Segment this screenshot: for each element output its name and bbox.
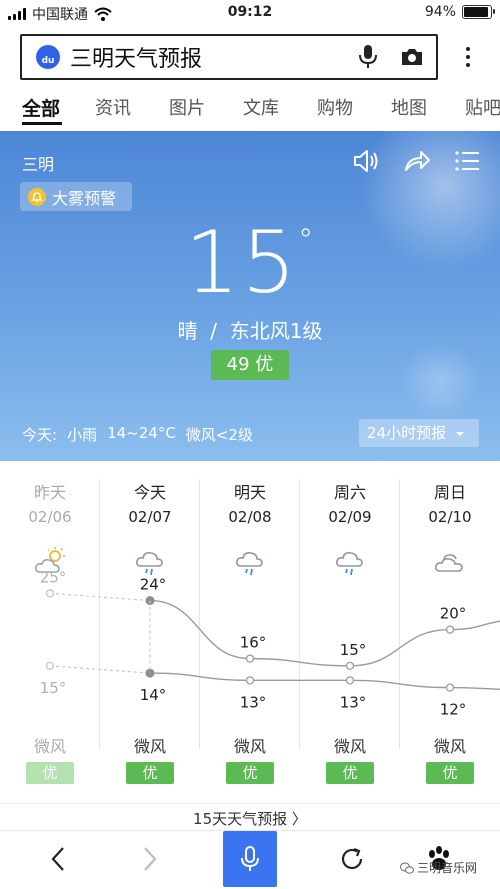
rain-icon <box>236 552 263 576</box>
current-temperature: 15° <box>184 213 316 313</box>
forecast-day-4[interactable]: 周日 02/10 微风 优 <box>400 461 500 791</box>
rain-icon <box>336 552 363 576</box>
back-icon[interactable] <box>38 839 78 879</box>
battery-icon <box>462 5 495 19</box>
share-icon[interactable] <box>403 148 431 174</box>
forecast-day-2[interactable]: 明天 02/08 微风 优 <box>200 461 300 791</box>
aqi-badge[interactable]: 49 优 <box>211 350 289 380</box>
alert-label: 大雾预警 <box>52 188 117 208</box>
search-box[interactable]: du 三明天气预报 <box>20 34 438 80</box>
refresh-icon[interactable] <box>332 839 372 879</box>
weather-card: 三明 大雾预警 15° 晴 / 东北风1级 49 优 今天: 小雨 14~24°… <box>0 131 500 461</box>
forecast-day-1[interactable]: 今天 02/07 微风 优 <box>100 461 200 791</box>
aqi-badge: 优 <box>426 762 474 784</box>
daily-forecast: 昨天 02/06 微风 优 今天 02/07 微风 优 明天 02/08 微风 … <box>0 461 500 806</box>
aqi-badge: 优 <box>126 762 174 784</box>
list-menu-icon[interactable] <box>454 148 482 174</box>
search-input[interactable]: 三明天气预报 <box>70 41 348 73</box>
rain-icon <box>136 552 163 576</box>
fifteen-day-forecast-link[interactable]: 15天天气预报 〉 <box>0 808 500 832</box>
tab-news[interactable]: 资讯 <box>95 94 131 120</box>
tab-all[interactable]: 全部 <box>22 94 60 121</box>
status-bar: 中国联通 09:12 94% <box>0 0 500 26</box>
current-condition: 晴 / 东北风1级 <box>177 319 323 343</box>
aqi-badge: 优 <box>226 762 274 784</box>
baidu-logo-icon: du <box>36 45 60 69</box>
hourly-forecast-button[interactable]: 24小时预报 <box>359 419 479 447</box>
city-name: 三明 <box>22 155 55 174</box>
watermark: 三明音乐网 <box>400 859 477 876</box>
cloudy-icon <box>435 554 463 572</box>
tab-shopping[interactable]: 购物 <box>317 94 353 120</box>
aqi-badge: 优 <box>326 762 374 784</box>
bell-icon <box>28 187 46 206</box>
tab-map[interactable]: 地图 <box>391 94 427 120</box>
camera-icon[interactable] <box>388 37 436 77</box>
tab-library[interactable]: 文库 <box>243 94 279 120</box>
active-tab-indicator <box>22 122 62 125</box>
search-tabs: 全部 资讯 图片 文库 购物 地图 贴吧 <box>0 92 500 128</box>
forward-icon[interactable] <box>130 839 170 879</box>
tab-tieba[interactable]: 贴吧 <box>465 94 500 120</box>
mic-icon <box>241 846 259 871</box>
fog-alert-badge[interactable]: 大雾预警 <box>20 182 132 211</box>
caret-down-icon <box>455 432 464 436</box>
tab-images[interactable]: 图片 <box>169 94 205 120</box>
battery-percent: 94% <box>424 4 456 20</box>
partly-sunny-icon <box>35 547 65 573</box>
forecast-day-0[interactable]: 昨天 02/06 微风 优 <box>0 461 100 791</box>
today-summary: 今天: 小雨 14~24°C 微风<2级 <box>22 424 253 444</box>
chevron-right-icon: 〉 <box>291 810 307 828</box>
aqi-badge: 优 <box>26 762 74 784</box>
forecast-day-3[interactable]: 周六 02/09 微风 优 <box>300 461 400 791</box>
voice-search-button[interactable] <box>223 831 277 887</box>
more-menu-icon[interactable] <box>458 42 478 72</box>
wechat-icon <box>400 862 414 874</box>
mic-icon[interactable] <box>348 37 388 77</box>
speaker-icon[interactable] <box>352 148 380 174</box>
